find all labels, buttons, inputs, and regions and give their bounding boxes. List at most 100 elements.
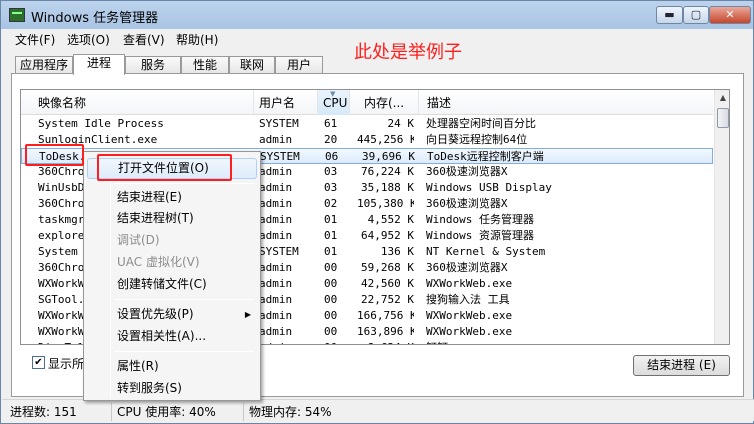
sort-arrow-icon: ▼ <box>330 90 336 98</box>
menu-go-to-service[interactable]: 转到服务(S) <box>87 378 257 399</box>
cell-memory: 59,268 K <box>361 261 414 274</box>
column-user-name[interactable]: 用户名 <box>254 90 318 115</box>
cell-memory: 76,224 K <box>361 165 414 178</box>
cell-description: WXWorkWeb.exe <box>426 325 513 338</box>
menu-view[interactable]: 查看(V) <box>123 31 165 48</box>
cell-description: Windows USB Display <box>426 181 552 194</box>
title-bar[interactable]: Windows 任务管理器 ▬ ▢ ✕ <box>1 1 753 29</box>
scrollbar-thumb[interactable] <box>717 108 729 128</box>
cell-description: WXWorkWeb.exe <box>426 277 513 290</box>
cell-user-name: admin <box>259 341 319 344</box>
task-manager-app-icon <box>9 8 25 22</box>
cell-memory: 24 K <box>387 117 415 130</box>
menu-separator <box>114 183 254 184</box>
menu-end-process[interactable]: 结束进程(E) <box>87 187 257 208</box>
cell-user-name: SYSTEM <box>259 117 299 130</box>
cell-cpu: 00 <box>324 325 338 338</box>
cell-cpu: 01 <box>324 245 338 258</box>
column-memory[interactable]: 内存(... <box>350 90 419 115</box>
cell-memory: 39,696 K <box>362 150 415 163</box>
cell-memory: 35,188 K <box>361 181 414 194</box>
highlight-box-open-location <box>97 154 232 181</box>
cell-user-name: admin <box>259 325 293 338</box>
menu-file[interactable]: 文件(F) <box>15 31 55 48</box>
scroll-up-arrow-icon[interactable]: ▲ <box>715 90 729 106</box>
cell-cpu: 00 <box>324 261 338 274</box>
status-cpu-usage: CPU 使用率: 40% <box>111 403 216 421</box>
column-image-name[interactable]: 映像名称 <box>21 90 254 115</box>
context-menu: 打开文件位置(O) 结束进程(E) 结束进程树(T) 调试(D) UAC 虚拟化… <box>83 151 261 401</box>
cell-cpu: 03 <box>324 165 338 178</box>
cell-memory: 64,952 K <box>361 229 414 242</box>
cell-image-name: System Idle Process <box>38 117 164 130</box>
menu-end-process-tree[interactable]: 结束进程树(T) <box>87 208 257 229</box>
menu-set-affinity[interactable]: 设置相关性(A)... <box>87 326 257 347</box>
status-bar: 进程数: 151 CPU 使用率: 40% 物理内存: 54% <box>2 399 754 421</box>
highlight-box-todesk <box>25 144 84 166</box>
menu-options[interactable]: 选项(O) <box>67 31 110 48</box>
cell-description: NT Kernel & System <box>426 245 546 258</box>
cell-description: Windows 资源管理器 <box>426 229 534 242</box>
menu-separator <box>114 299 254 300</box>
example-annotation: 此处是举例子 <box>354 42 462 63</box>
cell-cpu: 01 <box>324 213 338 226</box>
minimize-button[interactable]: ▬ <box>656 6 683 24</box>
submenu-arrow-icon: ▶ <box>244 310 251 319</box>
cell-user-name: admin <box>259 133 293 146</box>
menu-uac-virtualization: UAC 虚拟化(V) <box>117 255 200 269</box>
maximize-button[interactable]: ▢ <box>683 6 709 24</box>
cell-cpu: 00 <box>324 341 354 344</box>
cell-cpu: 03 <box>324 181 338 194</box>
status-process-count: 进程数: 151 <box>10 405 77 419</box>
cell-description: 处理器空闲时间百分比 <box>426 117 536 130</box>
cell-user-name: SYSTEM <box>260 150 300 163</box>
cell-description: 向日葵远程控制64位 <box>426 133 528 146</box>
cell-memory: 105,380 K <box>357 197 414 210</box>
cell-memory: 22,752 K <box>361 293 414 306</box>
status-physical-memory: 物理内存: 54% <box>243 403 332 421</box>
menu-set-priority[interactable]: 设置优先级(P) ▶ <box>87 304 257 325</box>
cell-cpu: 00 <box>324 293 338 306</box>
cell-description: 钉钉 <box>426 341 696 344</box>
cell-cpu: 01 <box>324 229 338 242</box>
checkbox-checked-icon[interactable]: ✔ <box>32 356 45 369</box>
cell-description: 360极速浏览器X <box>426 165 508 178</box>
cell-memory: 42,560 K <box>361 277 414 290</box>
menu-create-dump-file[interactable]: 创建转储文件(C) <box>87 274 257 295</box>
cell-memory: 445,256 K <box>357 133 414 146</box>
cell-cpu: 20 <box>324 133 338 146</box>
menu-separator <box>114 351 254 352</box>
cell-cpu: 00 <box>324 309 338 322</box>
cell-user-name: admin <box>259 293 293 306</box>
tab-processes[interactable]: 进程 <box>73 54 125 75</box>
cell-user-name: admin <box>259 277 293 290</box>
cell-memory: 166,756 K <box>357 309 414 322</box>
table-row[interactable]: System Idle Process SYSTEM 61 24 K 处理器空闲时间百分… <box>21 116 713 132</box>
cell-description: 搜狗输入法 工具 <box>426 293 510 306</box>
cell-user-name: admin <box>259 261 293 274</box>
table-row[interactable]: SunloginClient.exe admin 20 445,256 K 向日葵远程控… <box>21 132 713 148</box>
window-title: Windows 任务管理器 <box>31 11 159 26</box>
cell-user-name: admin <box>259 181 293 194</box>
cell-memory: 136 K <box>380 245 414 258</box>
cell-cpu: 06 <box>325 150 339 163</box>
column-description[interactable]: 描述 <box>419 90 713 115</box>
cell-user-name: SYSTEM <box>259 245 299 258</box>
process-list-header: 映像名称 用户名 CPU ▼ 内存(... 描述 <box>21 90 713 115</box>
cell-user-name: admin <box>259 213 293 226</box>
menu-help[interactable]: 帮助(H) <box>176 31 218 48</box>
cell-description: 360极速浏览器X <box>426 261 508 274</box>
menu-set-priority-label: 设置优先级(P) <box>117 307 194 321</box>
cell-cpu: 02 <box>324 197 338 210</box>
cell-cpu: 00 <box>324 277 338 290</box>
vertical-scrollbar[interactable]: ▲ <box>714 90 729 344</box>
menu-properties[interactable]: 属性(R) <box>87 356 257 377</box>
cell-memory: 8,624 K <box>357 341 414 344</box>
cell-user-name: admin <box>259 165 293 178</box>
close-button[interactable]: ✕ <box>709 6 751 24</box>
cell-cpu: 61 <box>324 117 338 130</box>
end-process-button[interactable]: 结束进程 (E) <box>633 355 730 376</box>
cell-memory: 4,552 K <box>367 213 414 226</box>
cell-description: 360极速浏览器X <box>426 197 508 210</box>
cell-memory: 163,896 K <box>357 325 414 338</box>
